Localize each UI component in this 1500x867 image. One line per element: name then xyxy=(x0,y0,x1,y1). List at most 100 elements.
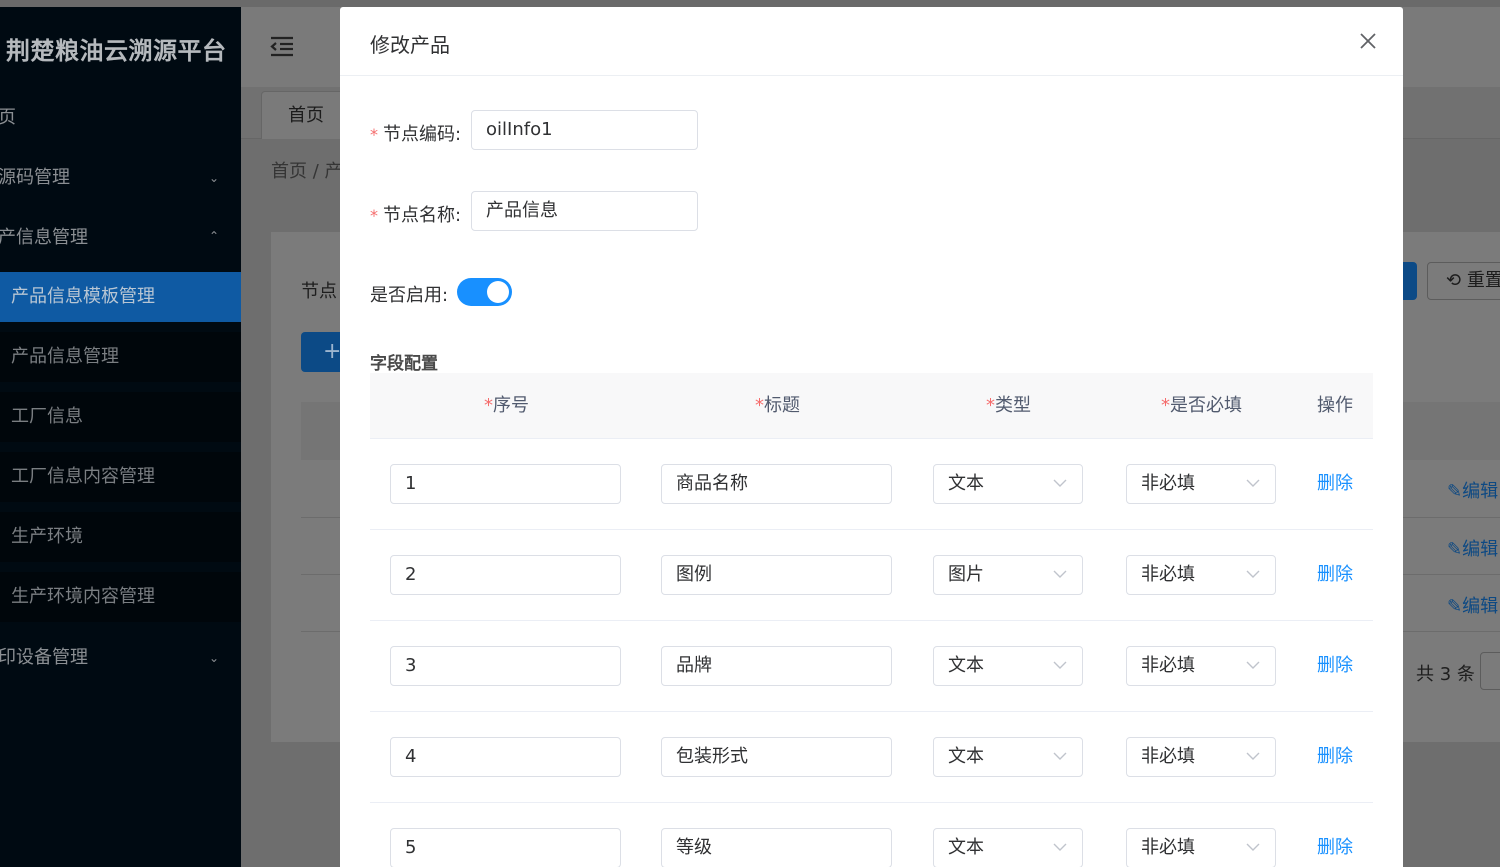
sidebar-item-label: 产信息管理 xyxy=(0,227,88,248)
enable-toggle[interactable] xyxy=(457,278,512,306)
filter-label: 节点 xyxy=(301,281,337,302)
node-name-input[interactable]: 产品信息 xyxy=(471,191,698,231)
edit-link[interactable]: ✎编辑 xyxy=(1447,592,1498,618)
sidebar-item-trace-code[interactable]: 源码管理 ⌄ xyxy=(0,153,241,203)
chevron-down-icon xyxy=(1246,661,1260,669)
chevron-down-icon xyxy=(1246,570,1260,578)
edit-label: 编辑 xyxy=(1462,539,1499,560)
pagination-prev[interactable] xyxy=(1480,652,1500,690)
sidebar-item-home[interactable]: 页 xyxy=(0,93,241,143)
field-table-header: *序号 *标题 *类型 *是否必填 操作 xyxy=(370,373,1373,439)
sidebar-item-label: 源码管理 xyxy=(0,167,70,188)
edit-icon: ✎ xyxy=(1447,596,1463,617)
node-name-label-text: 节点名称: xyxy=(383,205,462,226)
edit-link[interactable]: ✎编辑 xyxy=(1447,535,1498,561)
enable-label: 是否启用: xyxy=(370,285,449,306)
index-input[interactable]: 5 xyxy=(390,828,621,867)
column-header-index: *序号 xyxy=(484,395,529,416)
required-mark: * xyxy=(370,125,378,144)
breadcrumb: 首页 / 产 xyxy=(271,161,343,182)
required-select[interactable]: 非必填 xyxy=(1126,737,1276,777)
type-select[interactable]: 文本 xyxy=(933,737,1083,777)
chevron-down-icon xyxy=(1053,479,1067,487)
index-input[interactable]: 3 xyxy=(390,646,621,686)
sidebar-subitem-factory-info[interactable]: 工厂信息 xyxy=(0,392,241,442)
sidebar-subitem-environment-content[interactable]: 生产环境内容管理 xyxy=(0,572,241,622)
table-row: 3 品牌 文本 非必填 删除 xyxy=(370,621,1373,712)
column-header-required: *是否必填 xyxy=(1161,395,1242,416)
node-code-label: * 节点编码: xyxy=(370,120,461,146)
chevron-down-icon xyxy=(1246,752,1260,760)
delete-link[interactable]: 删除 xyxy=(1317,646,1353,686)
chevron-down-icon xyxy=(1053,843,1067,851)
sidebar-subitem-label: 产品信息模板管理 xyxy=(11,286,155,307)
table-row: 2 图例 图片 非必填 删除 xyxy=(370,530,1373,621)
type-select[interactable]: 文本 xyxy=(933,646,1083,686)
chevron-down-icon xyxy=(1053,752,1067,760)
sidebar-item-label: 页 xyxy=(0,107,16,128)
delete-link[interactable]: 删除 xyxy=(1317,464,1353,504)
app-title: 荆楚粮油云溯源平台 xyxy=(6,37,227,65)
column-header-type: *类型 xyxy=(986,395,1031,416)
node-code-input[interactable]: oilInfo1 xyxy=(471,110,698,150)
type-select[interactable]: 文本 xyxy=(933,828,1083,867)
sidebar-subitem-factory-content[interactable]: 工厂信息内容管理 xyxy=(0,452,241,502)
field-config-title: 字段配置 xyxy=(370,354,438,374)
reset-label: 重置 xyxy=(1466,270,1500,291)
edit-product-dialog: 修改产品 * 节点编码: oilInfo1 * 节点名称: 产品信息 是否启用: 字… xyxy=(340,7,1403,867)
table-row: 5 等级 文本 非必填 删除 xyxy=(370,803,1373,867)
pagination-total: 共 3 条 xyxy=(1416,664,1475,685)
sidebar-subitem-label: 工厂信息内容管理 xyxy=(11,466,155,487)
index-input[interactable]: 2 xyxy=(390,555,621,595)
title-input[interactable]: 品牌 xyxy=(661,646,892,686)
sidebar-subitem-product-info[interactable]: 产品信息管理 xyxy=(0,332,241,382)
chevron-up-icon: ⌃ xyxy=(208,229,219,243)
toggle-knob xyxy=(487,281,509,303)
type-select[interactable]: 图片 xyxy=(933,555,1083,595)
delete-link[interactable]: 删除 xyxy=(1317,828,1353,867)
menu-fold-icon[interactable] xyxy=(269,35,295,63)
title-input[interactable]: 图例 xyxy=(661,555,892,595)
dialog-header: 修改产品 xyxy=(340,7,1403,76)
chevron-down-icon: ⌄ xyxy=(208,651,219,665)
required-select[interactable]: 非必填 xyxy=(1126,646,1276,686)
node-code-label-text: 节点编码: xyxy=(383,124,462,145)
title-input[interactable]: 商品名称 xyxy=(661,464,892,504)
table-row: 4 包装形式 文本 非必填 删除 xyxy=(370,712,1373,803)
title-input[interactable]: 包装形式 xyxy=(661,737,892,777)
column-header-action: 操作 xyxy=(1317,395,1353,416)
index-input[interactable]: 1 xyxy=(390,464,621,504)
reset-button[interactable]: ⟲ 重置 xyxy=(1427,262,1500,300)
title-input[interactable]: 等级 xyxy=(661,828,892,867)
edit-icon: ✎ xyxy=(1447,539,1463,560)
sidebar-subitem-product-template[interactable]: 产品信息模板管理 xyxy=(0,272,241,322)
sidebar-item-product-info[interactable]: 产信息管理 ⌃ xyxy=(0,213,241,263)
sidebar-item-print-device[interactable]: 印设备管理 ⌄ xyxy=(0,633,241,683)
table-row: 1 商品名称 文本 非必填 删除 xyxy=(370,439,1373,530)
required-select[interactable]: 非必填 xyxy=(1126,464,1276,504)
refresh-icon: ⟲ xyxy=(1446,270,1462,291)
sidebar-subitem-environment[interactable]: 生产环境 xyxy=(0,512,241,562)
required-mark: * xyxy=(370,206,378,225)
delete-link[interactable]: 删除 xyxy=(1317,737,1353,777)
sidebar: 荆楚粮油云溯源平台 页 源码管理 ⌄ 产信息管理 ⌃ 产品信息模板管理 产品信息… xyxy=(0,7,241,867)
required-select[interactable]: 非必填 xyxy=(1126,555,1276,595)
sidebar-subitem-label: 生产环境 xyxy=(11,526,83,547)
required-select[interactable]: 非必填 xyxy=(1126,828,1276,867)
index-input[interactable]: 4 xyxy=(390,737,621,777)
edit-label: 编辑 xyxy=(1462,596,1499,617)
edit-label: 编辑 xyxy=(1462,481,1499,502)
edit-icon: ✎ xyxy=(1447,481,1463,502)
dialog-title: 修改产品 xyxy=(370,33,450,57)
tab-home[interactable]: 首页 xyxy=(261,91,351,139)
chevron-down-icon xyxy=(1053,570,1067,578)
close-icon[interactable] xyxy=(1358,31,1378,51)
chevron-down-icon xyxy=(1053,661,1067,669)
edit-link[interactable]: ✎编辑 xyxy=(1447,477,1498,503)
sidebar-subitem-label: 工厂信息 xyxy=(11,406,83,427)
sidebar-item-label: 印设备管理 xyxy=(0,647,88,668)
delete-link[interactable]: 删除 xyxy=(1317,555,1353,595)
type-select[interactable]: 文本 xyxy=(933,464,1083,504)
node-name-label: * 节点名称: xyxy=(370,201,461,227)
chevron-down-icon xyxy=(1246,843,1260,851)
